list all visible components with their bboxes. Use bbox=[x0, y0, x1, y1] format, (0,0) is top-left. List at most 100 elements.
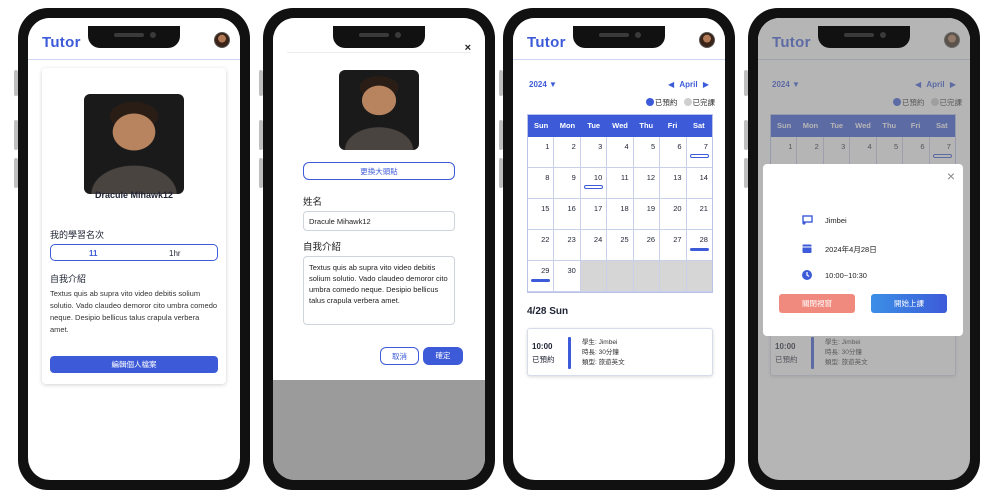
next-month-icon[interactable]: ▶ bbox=[703, 80, 709, 89]
power-button bbox=[499, 158, 503, 188]
avatar[interactable] bbox=[214, 32, 230, 48]
day-cell[interactable]: 16 bbox=[554, 199, 581, 230]
lesson-card[interactable]: 10:00 已預約 學生: Jimbei 時長: 30分鐘 類型: 旅遊英文 bbox=[527, 328, 713, 376]
day-cell[interactable]: 24 bbox=[580, 230, 608, 261]
day-number: 30 bbox=[567, 266, 576, 275]
legend-done: 已完課 bbox=[692, 98, 716, 107]
phone-profile: Tutor Dracule Mihawk12 我的學習名次 11 1hr 自我介… bbox=[14, 8, 250, 490]
day-cell[interactable]: 25 bbox=[607, 230, 634, 261]
teacher-board-icon bbox=[802, 215, 813, 225]
brand-logo[interactable]: Tutor bbox=[42, 34, 81, 51]
day-cell[interactable]: 5 bbox=[633, 137, 661, 168]
weekday: Mon bbox=[559, 121, 576, 130]
profile-card: Dracule Mihawk12 我的學習名次 11 1hr 自我介紹 Text… bbox=[42, 68, 226, 384]
change-avatar-button[interactable]: 更換大頭貼 bbox=[303, 162, 455, 180]
day-cell[interactable]: 21 bbox=[686, 199, 712, 230]
edit-profile-button[interactable]: 編輯個人檔案 bbox=[50, 356, 218, 373]
day-number: 25 bbox=[620, 235, 629, 244]
close-icon[interactable]: × bbox=[465, 42, 471, 54]
avatar[interactable] bbox=[699, 32, 715, 48]
modal-date: 2024年4月28日 bbox=[825, 245, 877, 254]
day-number: 24 bbox=[593, 235, 603, 244]
day-cell[interactable]: 29 bbox=[528, 261, 555, 292]
day-cell[interactable]: 28 bbox=[686, 230, 712, 261]
backdrop bbox=[273, 380, 485, 480]
name-label: 姓名 bbox=[303, 197, 323, 208]
bio-textarea[interactable]: Textus quis ab supra vito video debitis … bbox=[303, 256, 455, 325]
chevron-down-icon: ▼ bbox=[549, 80, 557, 89]
month-value: April bbox=[679, 80, 698, 89]
weekday-header: Sun Mon Tue Wed Thu Fri Sat bbox=[528, 115, 712, 137]
volume-button bbox=[744, 120, 748, 150]
notch bbox=[573, 26, 665, 48]
day-cell[interactable]: 9 bbox=[554, 168, 581, 199]
empty-cell bbox=[633, 261, 661, 292]
day-number: 17 bbox=[593, 204, 603, 213]
day-cell[interactable]: 26 bbox=[633, 230, 661, 261]
notch bbox=[88, 26, 180, 48]
year-selector[interactable]: 2024 ▼ bbox=[529, 80, 557, 89]
day-cell[interactable]: 2 bbox=[554, 137, 581, 168]
day-number: 4 bbox=[624, 142, 629, 151]
day-cell[interactable]: 20 bbox=[660, 199, 687, 230]
day-cell[interactable]: 14 bbox=[686, 168, 712, 199]
notch bbox=[333, 26, 425, 48]
day-cell[interactable]: 12 bbox=[633, 168, 661, 199]
day-cell[interactable]: 3 bbox=[580, 137, 608, 168]
bio-label: 自我介紹 bbox=[50, 274, 87, 284]
stats-label: 我的學習名次 bbox=[50, 230, 105, 240]
day-cell[interactable]: 15 bbox=[528, 199, 555, 230]
power-button bbox=[259, 158, 263, 188]
start-class-button[interactable]: 開始上課 bbox=[871, 294, 947, 313]
day-number: 14 bbox=[699, 173, 708, 182]
day-cell[interactable]: 4 bbox=[607, 137, 634, 168]
day-cell[interactable]: 23 bbox=[554, 230, 581, 261]
empty-cell bbox=[580, 261, 608, 292]
confirm-button[interactable]: 確定 bbox=[423, 347, 463, 365]
phone-edit-profile: × 更換大頭貼 姓名 Dracule Mihawk12 自我介紹 Textus … bbox=[259, 8, 495, 490]
phone-lesson-modal: Tutor 2024 ▼ ◀ April ▶ 已預約 已完課 Sun Mon T… bbox=[744, 8, 980, 490]
screen: Tutor 2024 ▼ ◀ April ▶ 已預約 已完課 Sun Mon T… bbox=[758, 18, 970, 480]
stat-hours: 1hr bbox=[169, 249, 181, 258]
day-cell[interactable]: 6 bbox=[660, 137, 687, 168]
lesson-detail-modal: × Jimbei 2024年4月28日 10:00~10:30 關閉視窗 開始上… bbox=[763, 164, 963, 336]
weekday: Tue bbox=[587, 121, 601, 130]
day-cell[interactable]: 8 bbox=[528, 168, 555, 199]
day-number: 22 bbox=[541, 235, 550, 244]
day-cell[interactable]: 17 bbox=[580, 199, 608, 230]
clock-icon bbox=[802, 270, 812, 280]
day-number: 12 bbox=[646, 173, 656, 182]
calendar-grid: Sun Mon Tue Wed Thu Fri Sat 1 2 3 4 5 6 … bbox=[527, 114, 713, 293]
day-cell[interactable]: 27 bbox=[660, 230, 687, 261]
day-number: 27 bbox=[673, 235, 682, 244]
volume-button bbox=[259, 70, 263, 96]
close-modal-button[interactable]: 關閉視窗 bbox=[779, 294, 855, 313]
close-icon[interactable]: × bbox=[947, 168, 955, 184]
day-cell[interactable]: 19 bbox=[633, 199, 661, 230]
day-number: 16 bbox=[567, 204, 576, 213]
day-cell[interactable]: 1 bbox=[528, 137, 555, 168]
screen: × 更換大頭貼 姓名 Dracule Mihawk12 自我介紹 Textus … bbox=[273, 18, 485, 480]
day-cell[interactable]: 7 bbox=[686, 137, 712, 168]
profile-name: Dracule Mihawk12 bbox=[94, 190, 174, 200]
month-selector: ◀ April ▶ bbox=[668, 80, 709, 89]
cancel-button[interactable]: 取消 bbox=[380, 347, 419, 365]
day-cell[interactable]: 30 bbox=[554, 261, 581, 292]
lesson-accent-bar bbox=[568, 337, 571, 369]
day-cell[interactable]: 11 bbox=[607, 168, 634, 199]
day-cell[interactable]: 13 bbox=[660, 168, 687, 199]
completed-marker bbox=[689, 154, 709, 158]
day-number: 9 bbox=[571, 173, 576, 182]
day-cell[interactable]: 10 bbox=[580, 168, 608, 199]
day-cell[interactable]: 18 bbox=[607, 199, 634, 230]
brand-logo[interactable]: Tutor bbox=[527, 34, 566, 51]
prev-month-icon[interactable]: ◀ bbox=[668, 80, 674, 89]
profile-photo bbox=[339, 70, 419, 150]
volume-button bbox=[744, 70, 748, 96]
bio-text: Textus quis ab supra vito video debitis … bbox=[50, 289, 218, 334]
day-cell[interactable]: 22 bbox=[528, 230, 555, 261]
day-number: 7 bbox=[703, 142, 708, 151]
empty-cell bbox=[660, 261, 687, 292]
name-field[interactable]: Dracule Mihawk12 bbox=[303, 211, 455, 231]
screen: Tutor 2024 ▼ ◀ April ▶ 已預約 已完課 Sun Mon T… bbox=[513, 18, 725, 480]
